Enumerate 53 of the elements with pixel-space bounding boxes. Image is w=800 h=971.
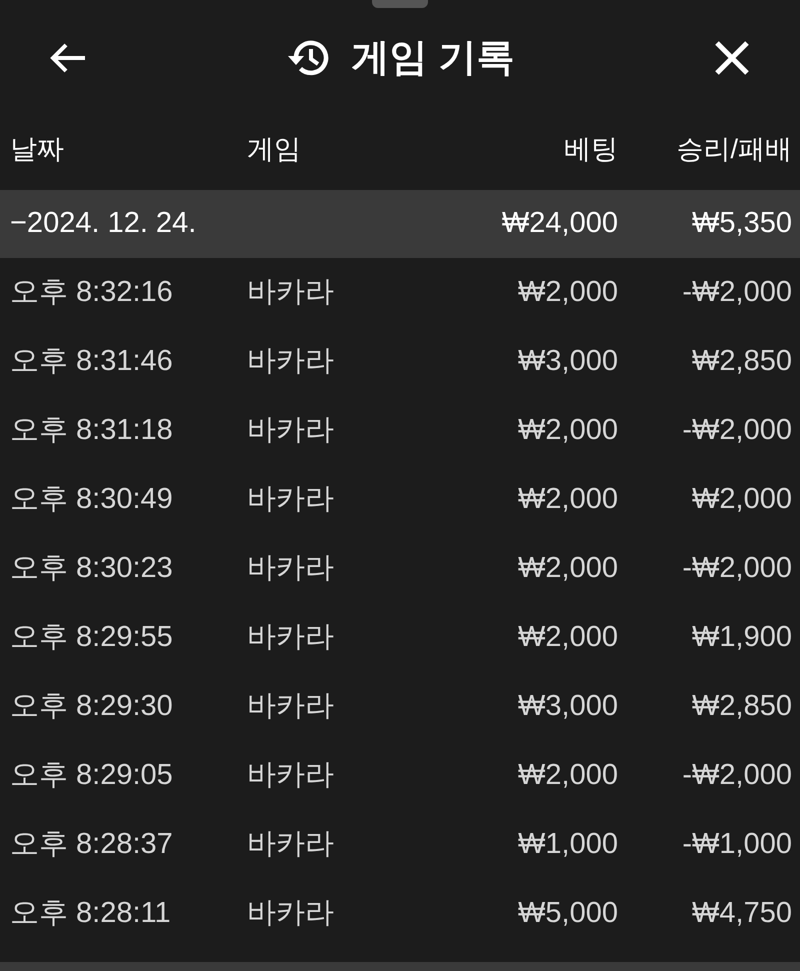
table-cell: ₩2,000 bbox=[518, 620, 618, 653]
table-cell: 바카라 bbox=[247, 690, 334, 722]
table-cell: ₩3,000 bbox=[518, 344, 618, 377]
table-cell: ₩2,850 bbox=[692, 344, 792, 377]
table-cell: 바카라 bbox=[247, 828, 334, 860]
table-cell: 바카라 bbox=[247, 620, 334, 653]
table-cell: 오후 8:30:23 bbox=[10, 552, 173, 584]
table-cell: ₩1,900 bbox=[692, 620, 792, 653]
total-amount: ₩5,350 bbox=[692, 207, 792, 240]
window-title: 게임 기록 bbox=[352, 36, 514, 80]
table-cell: -₩2,000 bbox=[682, 276, 792, 308]
table-cell: ₩1,000 bbox=[518, 828, 618, 860]
table-cell: -₩2,000 bbox=[682, 414, 792, 446]
table-cell: -₩1,000 bbox=[682, 828, 792, 860]
back-arrow-icon bbox=[49, 42, 87, 74]
table-cell: 바카라 bbox=[247, 344, 334, 377]
table-cell: 오후 8:29:05 bbox=[10, 758, 173, 791]
table-cell: ₩5,000 bbox=[518, 896, 618, 929]
table-cell: 바카라 bbox=[247, 758, 334, 791]
total-amount: ₩24,000 bbox=[502, 207, 618, 240]
table-cell: 오후 8:30:49 bbox=[10, 482, 173, 515]
column-header: 승리/패배 bbox=[676, 134, 792, 164]
table-cell: ₩2,850 bbox=[692, 690, 792, 722]
table-cell: 오후 8:29:55 bbox=[10, 620, 173, 653]
table-cell: 오후 8:28:37 bbox=[10, 828, 173, 860]
table-cell: ₩2,000 bbox=[518, 552, 618, 584]
table-cell: 오후 8:31:18 bbox=[10, 414, 173, 446]
column-header: 베팅 bbox=[564, 134, 618, 164]
table-cell: ₩2,000 bbox=[518, 758, 618, 791]
table-cell: 오후 8:31:46 bbox=[10, 344, 173, 377]
history-icon bbox=[286, 38, 330, 78]
table-cell: ₩2,000 bbox=[518, 276, 618, 308]
column-header: 게임 bbox=[247, 134, 301, 164]
date-label: −2024. 12. 24. bbox=[10, 207, 196, 240]
table-cell: ₩2,000 bbox=[518, 482, 618, 515]
table-cell: 바카라 bbox=[247, 276, 334, 308]
close-icon bbox=[714, 40, 750, 76]
drag-handle[interactable] bbox=[372, 0, 428, 8]
table-cell: ₩2,000 bbox=[518, 414, 618, 446]
table-cell: 바카라 bbox=[247, 482, 334, 515]
table-cell: -₩2,000 bbox=[682, 552, 792, 584]
column-header: 날짜 bbox=[10, 134, 64, 164]
table-cell: ₩4,750 bbox=[692, 896, 792, 929]
table-cell: ₩2,000 bbox=[692, 482, 792, 515]
table-cell: 오후 8:29:30 bbox=[10, 690, 173, 722]
table-cell: 바카라 bbox=[247, 896, 334, 929]
date-group-row[interactable]: −2024. 12. 24. ₩24,000 ₩5,350 bbox=[0, 190, 800, 258]
table-cell: 바카라 bbox=[247, 414, 334, 446]
table-cell: 바카라 bbox=[247, 552, 334, 584]
table-cell: 오후 8:32:16 bbox=[10, 276, 173, 308]
table-cell: -₩2,000 bbox=[682, 758, 792, 791]
table-cell: 오후 8:28:11 bbox=[10, 896, 171, 929]
table-cell: ₩3,000 bbox=[518, 690, 618, 722]
